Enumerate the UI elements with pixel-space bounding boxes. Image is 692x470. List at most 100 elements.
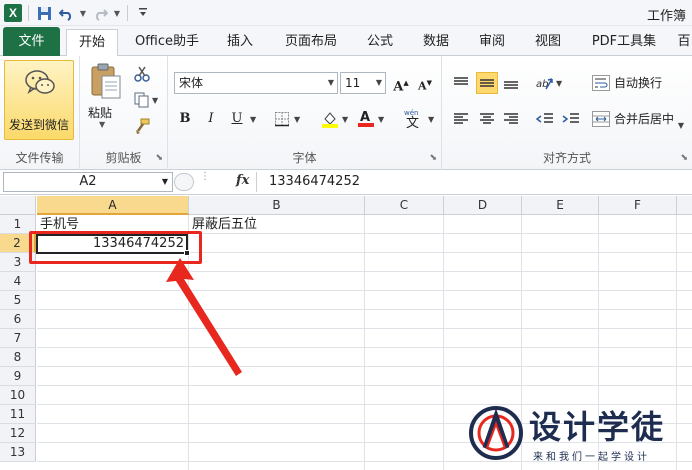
align-bottom-icon[interactable]: [500, 72, 522, 94]
cell-b1[interactable]: 屏蔽后五位: [192, 215, 364, 234]
row-header-13[interactable]: 13: [0, 443, 36, 462]
orientation-dropdown-icon[interactable]: ▼: [556, 79, 562, 88]
border-icon[interactable]: [272, 109, 292, 129]
watermark-logo-icon: [469, 406, 523, 460]
fill-color-icon[interactable]: [320, 109, 340, 129]
font-size-combo[interactable]: 11 ▼: [340, 72, 386, 94]
wechat-icon: [25, 70, 55, 94]
wrap-text-icon: [592, 75, 610, 91]
italic-button[interactable]: I: [202, 108, 220, 130]
bold-button[interactable]: B: [176, 108, 194, 130]
save-icon[interactable]: [35, 4, 53, 22]
font-name-combo[interactable]: 宋体 ▼: [174, 72, 338, 94]
name-box-dropdown-icon[interactable]: ▼: [162, 173, 168, 191]
row-header-11[interactable]: 11: [0, 405, 36, 424]
row-header-12[interactable]: 12: [0, 424, 36, 443]
cut-icon[interactable]: [132, 64, 152, 84]
group-label-font: 字体: [292, 151, 317, 165]
ribbon: 发送到微信 文件传输 粘贴 ▼ ▼ 剪贴板 ⬊ 宋体 ▼ 11 ▼ A▲ A▼ …: [0, 56, 692, 170]
merge-center-button[interactable]: 合并后居中 ▼: [590, 108, 684, 130]
undo-icon[interactable]: [57, 4, 75, 22]
border-dropdown-icon[interactable]: ▼: [294, 115, 300, 124]
underline-button[interactable]: U: [228, 108, 246, 130]
select-all-corner[interactable]: [0, 196, 36, 215]
tab-review[interactable]: 审阅: [470, 29, 514, 55]
formula-bar-resize-icon[interactable]: [174, 173, 194, 191]
tab-pdf-tools[interactable]: PDF工具集: [584, 29, 664, 55]
align-left-icon[interactable]: [450, 108, 472, 130]
font-launcher-icon[interactable]: ⬊: [429, 153, 437, 163]
copy-icon[interactable]: [132, 90, 152, 110]
wrap-text-button[interactable]: 自动换行: [590, 72, 662, 94]
tab-more[interactable]: 百: [676, 29, 692, 55]
redo-dropdown-icon[interactable]: ▼: [113, 9, 121, 18]
tab-office-assistant[interactable]: Office助手: [128, 29, 206, 55]
tab-home[interactable]: 开始: [66, 29, 118, 57]
font-size-dropdown-icon[interactable]: ▼: [376, 73, 382, 93]
tab-page-layout[interactable]: 页面布局: [275, 29, 347, 55]
underline-dropdown-icon[interactable]: ▼: [250, 115, 256, 124]
tab-view[interactable]: 视图: [526, 29, 570, 55]
align-middle-icon[interactable]: [476, 72, 498, 94]
tab-formulas[interactable]: 公式: [358, 29, 402, 55]
group-clipboard: 粘贴 ▼ ▼ 剪贴板 ⬊: [80, 56, 168, 170]
phonetic-guide-icon[interactable]: wén 文: [402, 108, 428, 128]
watermark-title: 设计学徒: [529, 408, 666, 446]
merge-dropdown-icon[interactable]: ▼: [678, 115, 684, 137]
paste-dropdown-icon[interactable]: ▼: [99, 120, 105, 129]
row-header-9[interactable]: 9: [0, 367, 36, 386]
orientation-icon[interactable]: ab: [534, 72, 556, 94]
send-to-wechat-button[interactable]: 发送到微信: [4, 60, 74, 140]
column-header-d[interactable]: D: [444, 196, 522, 215]
redo-icon[interactable]: [91, 4, 109, 22]
row-header-7[interactable]: 7: [0, 329, 36, 348]
paste-label[interactable]: 粘贴: [88, 104, 112, 121]
watermark: 设计学徒 来和我们一起学设计: [467, 398, 692, 470]
formula-bar: A2 ▼ ⋮ fx 13346474252: [0, 170, 692, 195]
tab-insert[interactable]: 插入: [218, 29, 262, 55]
column-header-c[interactable]: C: [365, 196, 444, 215]
watermark-subtitle: 来和我们一起学设计: [533, 452, 650, 463]
grow-font-icon[interactable]: A▲: [392, 72, 410, 94]
align-top-icon[interactable]: [450, 72, 472, 94]
name-box-value: A2: [79, 174, 97, 189]
group-font: 宋体 ▼ 11 ▼ A▲ A▼ B I U ▼ ▼ ▼ A ▼ wén 文 ▼ 字…: [168, 56, 442, 170]
excel-logo-icon[interactable]: X: [4, 4, 22, 22]
tab-file[interactable]: 文件: [3, 27, 60, 56]
align-right-icon[interactable]: [500, 108, 522, 130]
row-header-6[interactable]: 6: [0, 310, 36, 329]
merge-center-icon: [592, 111, 610, 127]
row-header-5[interactable]: 5: [0, 291, 36, 310]
font-color-dropdown-icon[interactable]: ▼: [378, 115, 384, 124]
shrink-font-icon[interactable]: A▼: [416, 72, 434, 94]
row-header-8[interactable]: 8: [0, 348, 36, 367]
increase-indent-icon[interactable]: [560, 108, 582, 130]
column-header-a[interactable]: A: [37, 196, 189, 215]
font-name-dropdown-icon[interactable]: ▼: [328, 73, 334, 93]
tab-data[interactable]: 数据: [414, 29, 458, 55]
column-header-e[interactable]: E: [522, 196, 599, 215]
copy-dropdown-icon[interactable]: ▼: [152, 96, 158, 105]
merge-center-label: 合并后居中: [614, 112, 675, 126]
phonetic-dropdown-icon[interactable]: ▼: [428, 115, 434, 124]
ribbon-tabs: 文件 开始 Office助手 插入 页面布局 公式 数据 审阅 视图 PDF工具…: [0, 26, 692, 57]
formula-bar-splitter[interactable]: ⋮: [200, 171, 210, 182]
align-center-icon[interactable]: [476, 108, 498, 130]
insert-function-button[interactable]: fx: [236, 173, 249, 188]
column-header-next[interactable]: [677, 196, 692, 215]
alignment-launcher-icon[interactable]: ⬊: [680, 153, 688, 163]
row-header-10[interactable]: 10: [0, 386, 36, 405]
decrease-indent-icon[interactable]: [534, 108, 556, 130]
font-color-icon[interactable]: A: [356, 108, 376, 128]
formula-input[interactable]: 13346474252: [256, 172, 692, 192]
format-painter-icon[interactable]: [132, 116, 152, 136]
column-header-b[interactable]: B: [189, 196, 365, 215]
row-header-4[interactable]: 4: [0, 272, 36, 291]
customize-qat-icon[interactable]: [134, 4, 152, 22]
fill-color-dropdown-icon[interactable]: ▼: [342, 115, 348, 124]
name-box[interactable]: A2 ▼: [3, 172, 173, 192]
column-header-f[interactable]: F: [599, 196, 677, 215]
clipboard-launcher-icon[interactable]: ⬊: [155, 153, 163, 163]
paste-icon[interactable]: [90, 62, 122, 100]
undo-dropdown-icon[interactable]: ▼: [79, 9, 87, 18]
